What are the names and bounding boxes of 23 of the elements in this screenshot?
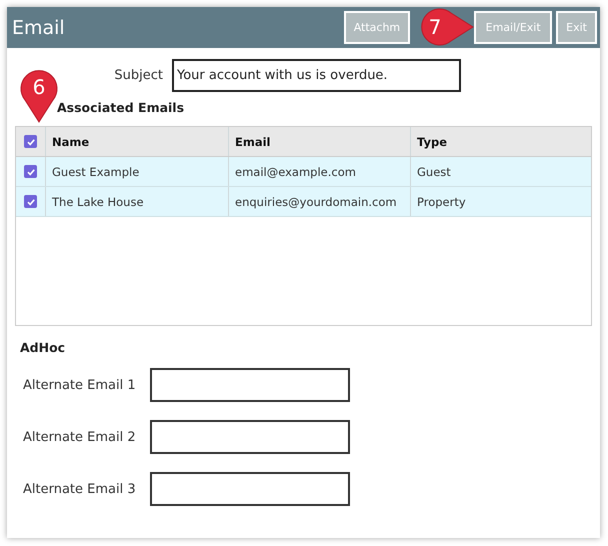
table-cell: email@example.com (229, 157, 411, 186)
column-header[interactable]: Name (46, 127, 229, 156)
column-header[interactable]: Type (411, 127, 591, 156)
field-label: Alternate Email 2 (23, 430, 137, 444)
row-checkbox[interactable] (24, 195, 37, 208)
field-label: Alternate Email 1 (23, 378, 137, 392)
section-heading: AdHoc (20, 340, 66, 357)
email-field[interactable] (150, 420, 350, 454)
table-cell-text: Property (416, 194, 467, 210)
field-label: Alternate Email 3 (23, 482, 137, 496)
select-all-checkbox[interactable] (24, 135, 37, 148)
email-field[interactable] (150, 368, 350, 402)
window-title: Email (12, 16, 65, 38)
subject-label: Subject (113, 68, 164, 83)
subject-field[interactable]: Your account with us is overdue. (172, 59, 461, 92)
email-field[interactable] (150, 472, 350, 506)
section-heading: Associated Emails (57, 100, 184, 117)
table-cell: Guest Example (46, 157, 229, 186)
column-header[interactable]: Email (229, 127, 411, 156)
row-checkbox[interactable] (24, 165, 37, 178)
table-cell: The Lake House (46, 187, 229, 216)
table-cell: enquiries@yourdomain.com (229, 187, 411, 216)
table-cell-text: Guest (416, 164, 452, 180)
